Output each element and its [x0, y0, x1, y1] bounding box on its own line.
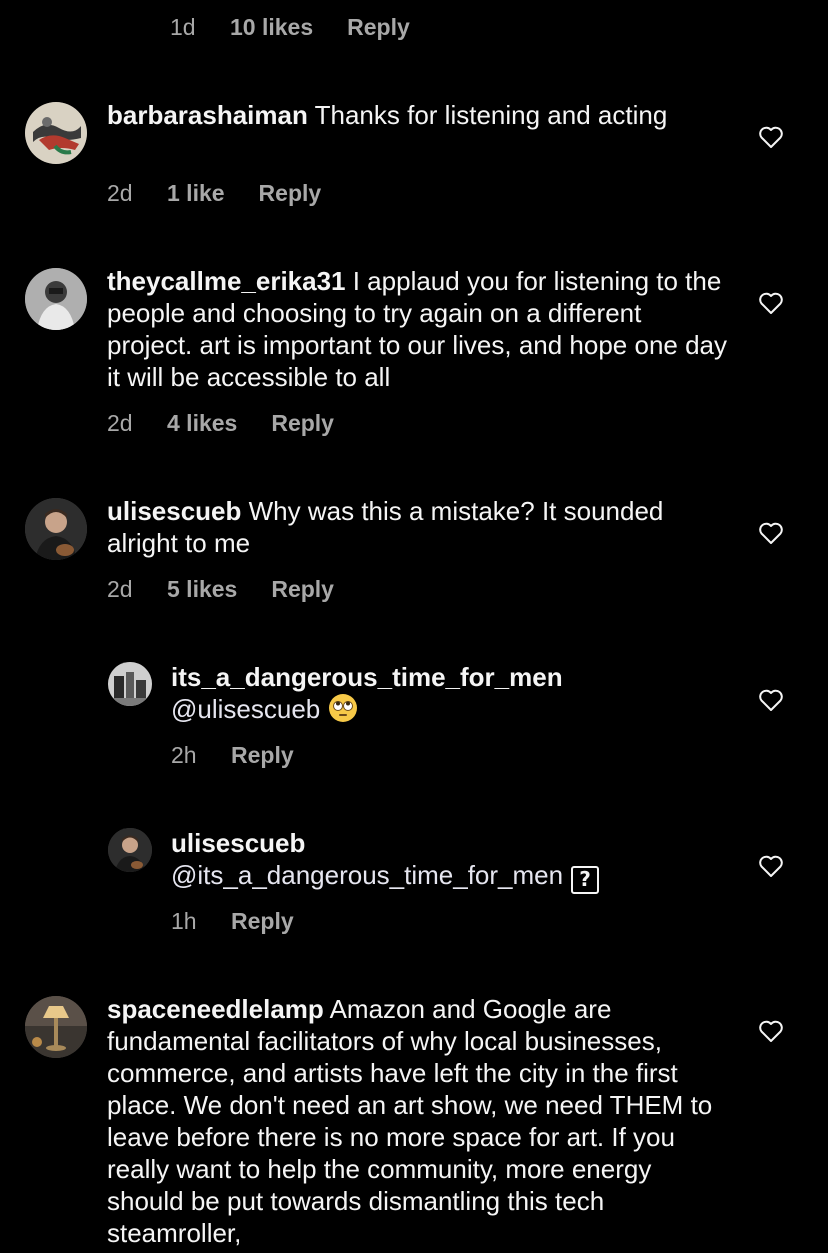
avatar[interactable]: [108, 662, 152, 706]
comment-text: barbarashaiman Thanks for listening and …: [107, 99, 687, 131]
heart-outline-icon[interactable]: [758, 125, 784, 149]
mention-link[interactable]: @its_a_dangerous_time_for_men: [171, 860, 563, 890]
heart-outline-icon[interactable]: [758, 521, 784, 545]
comment-likes[interactable]: 1 like: [167, 180, 225, 207]
comment-username[interactable]: ulisescueb: [107, 496, 241, 526]
reply-button[interactable]: Reply: [231, 908, 294, 935]
reply-button[interactable]: Reply: [271, 410, 334, 437]
avatar[interactable]: [25, 268, 87, 330]
mention-link[interactable]: @ulisescueb: [171, 694, 320, 724]
reply-button[interactable]: Reply: [231, 742, 294, 769]
comment-time: 2d: [107, 576, 133, 602]
comment-username[interactable]: spaceneedlelamp: [107, 994, 324, 1024]
comment-username[interactable]: ulisescueb: [171, 828, 305, 858]
comment-username[interactable]: its_a_dangerous_time_for_men: [171, 662, 563, 692]
avatar[interactable]: [108, 828, 152, 872]
comment-likes[interactable]: 10 likes: [230, 14, 313, 41]
comment-text: ulisescueb @its_a_dangerous_time_for_men?: [171, 827, 711, 894]
comment-body: Amazon and Google are fundamental facili…: [107, 994, 713, 1248]
comment-meta: 1h Reply: [171, 908, 294, 935]
comment-time: 2d: [107, 410, 133, 436]
comment-time: 1h: [171, 908, 197, 934]
reply-button[interactable]: Reply: [259, 180, 322, 207]
comment-likes[interactable]: 5 likes: [167, 576, 237, 603]
comment-meta: 2d 1 like Reply: [107, 180, 321, 207]
unknown-glyph-box: ?: [571, 866, 600, 894]
comment-time: 2h: [171, 742, 197, 768]
heart-outline-icon[interactable]: [758, 854, 784, 878]
comment-text: spaceneedlelamp Amazon and Google are fu…: [107, 993, 727, 1249]
heart-outline-icon[interactable]: [758, 688, 784, 712]
comments-screen: 1d 10 likes Reply barbarashaiman Thanks …: [0, 0, 828, 1253]
comment-text: ulisescueb Why was this a mistake? It so…: [107, 495, 667, 559]
avatar[interactable]: [25, 498, 87, 560]
reply-button[interactable]: Reply: [347, 14, 410, 41]
comment-username[interactable]: barbarashaiman: [107, 100, 308, 130]
comment-meta: 2d 4 likes Reply: [107, 410, 334, 437]
comment-text: its_a_dangerous_time_for_men @ulisescueb: [171, 661, 691, 725]
heart-outline-icon[interactable]: [758, 1019, 784, 1043]
avatar[interactable]: [25, 996, 87, 1058]
reply-button[interactable]: Reply: [271, 576, 334, 603]
comment-likes[interactable]: 4 likes: [167, 410, 237, 437]
previous-comment-meta: 1d 10 likes Reply: [170, 14, 410, 41]
comment-meta: 2h Reply: [171, 742, 294, 769]
comment-time: 2d: [107, 180, 133, 206]
face-with-rolling-eyes-emoji: [329, 694, 358, 722]
comment-meta: 2d 5 likes Reply: [107, 576, 334, 603]
heart-outline-icon[interactable]: [758, 291, 784, 315]
comment-text: theycallme_erika31 I applaud you for lis…: [107, 265, 727, 393]
comment-body: Thanks for listening and acting: [307, 100, 668, 130]
avatar[interactable]: [25, 102, 87, 164]
comment-time: 1d: [170, 14, 196, 40]
comment-username[interactable]: theycallme_erika31: [107, 266, 346, 296]
